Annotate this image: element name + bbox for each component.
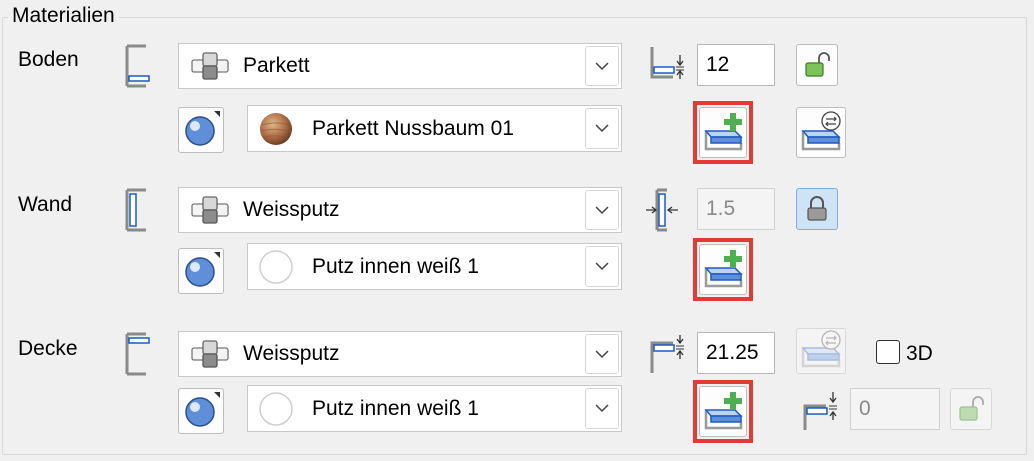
- chevron-down-icon: [595, 349, 609, 358]
- texture-picker-button-decke[interactable]: [178, 388, 224, 434]
- material-value: Weissputz: [243, 342, 340, 365]
- edit-material-button-decke[interactable]: [796, 328, 846, 374]
- material-value: Weissputz: [243, 198, 340, 221]
- material-blocks-icon: [191, 196, 229, 224]
- ceiling-offset-icon: [803, 392, 837, 430]
- add-material-icon: [704, 112, 743, 150]
- wall-layer-icon: [125, 188, 146, 232]
- sphere-icon: [185, 111, 220, 146]
- lock-toggle-wand[interactable]: [796, 188, 838, 230]
- lock-toggle-boden[interactable]: [796, 44, 838, 86]
- lock-icon: [807, 196, 827, 221]
- dropdown-button[interactable]: [585, 388, 619, 429]
- add-material-icon: [704, 249, 743, 287]
- texture-value: Putz innen weiß 1: [312, 254, 479, 278]
- sphere-icon: [185, 252, 220, 287]
- edit-material-button-boden[interactable]: [796, 107, 846, 158]
- chevron-down-icon: [595, 205, 609, 214]
- chevron-down-icon: [595, 124, 609, 133]
- row-label-boden: Boden: [18, 48, 79, 71]
- chevron-down-icon: [595, 262, 609, 271]
- chevron-down-icon: [595, 61, 609, 70]
- material-combo-wand[interactable]: Weissputz: [178, 187, 622, 233]
- wall-thickness-icon: [646, 188, 678, 232]
- thickness-input-decke[interactable]: 21.25: [697, 332, 775, 374]
- add-material-button-boden[interactable]: [699, 107, 747, 158]
- white-texture-icon: [259, 391, 293, 426]
- 3d-checkbox-label: 3D: [906, 342, 933, 365]
- material-value: Parkett: [243, 54, 310, 77]
- dropdown-button[interactable]: [585, 108, 619, 149]
- texture-combo-boden[interactable]: Parkett Nussbaum 01: [247, 105, 622, 152]
- dropdown-button[interactable]: [585, 246, 619, 287]
- floor-thickness-icon: [650, 47, 684, 79]
- texture-picker-button-boden[interactable]: [178, 107, 224, 153]
- ceiling-layer-icon: [125, 332, 150, 376]
- thickness-input-boden[interactable]: 12: [697, 44, 775, 86]
- texture-value: Parkett Nussbaum 01: [312, 116, 514, 140]
- texture-picker-button-wand[interactable]: [178, 248, 224, 294]
- edit-material-icon: [801, 330, 841, 368]
- wood-texture-icon: [260, 112, 292, 145]
- dropdown-button[interactable]: [585, 46, 619, 86]
- offset-input-decke[interactable]: 0: [850, 388, 940, 430]
- add-material-button-wand[interactable]: [699, 244, 747, 295]
- texture-value: Putz innen weiß 1: [312, 396, 479, 420]
- 3d-checkbox[interactable]: [876, 340, 900, 364]
- dropdown-button[interactable]: [585, 190, 619, 230]
- ceiling-thickness-icon: [650, 335, 684, 373]
- material-combo-boden[interactable]: Parkett: [178, 43, 622, 89]
- material-blocks-icon: [191, 52, 229, 80]
- texture-combo-decke[interactable]: Putz innen weiß 1: [247, 385, 622, 432]
- chevron-down-icon: [595, 404, 609, 413]
- edit-material-icon: [801, 110, 841, 150]
- unlock-icon: [959, 396, 984, 421]
- add-material-button-decke[interactable]: [699, 386, 747, 437]
- sphere-icon: [185, 392, 220, 427]
- add-material-icon: [704, 391, 743, 429]
- floor-layer-icon: [125, 44, 150, 88]
- material-combo-decke[interactable]: Weissputz: [178, 331, 622, 377]
- row-label-decke: Decke: [18, 337, 78, 360]
- group-title: Materialien: [8, 4, 119, 28]
- white-texture-icon: [259, 249, 293, 284]
- row-label-wand: Wand: [18, 193, 73, 216]
- texture-combo-wand[interactable]: Putz innen weiß 1: [247, 243, 622, 290]
- material-blocks-icon: [191, 340, 229, 368]
- lock-toggle-decke[interactable]: [950, 388, 992, 430]
- dropdown-button[interactable]: [585, 334, 619, 374]
- unlock-icon: [805, 52, 830, 77]
- thickness-input-wand[interactable]: 1.5: [697, 188, 775, 230]
